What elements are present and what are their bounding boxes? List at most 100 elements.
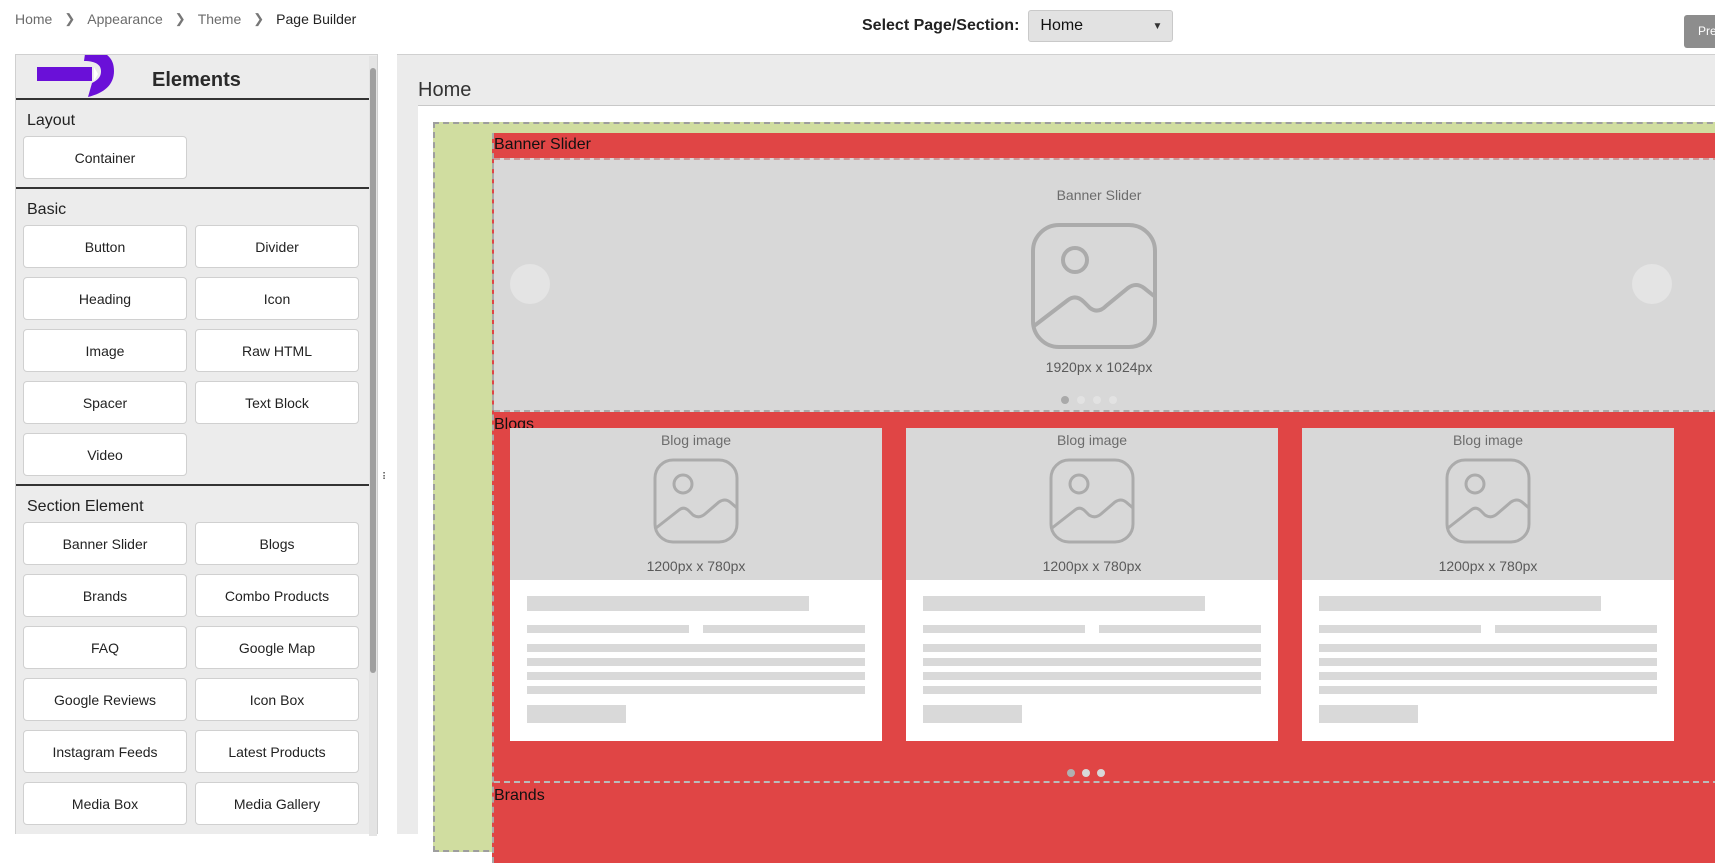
slider-dot[interactable] (1067, 769, 1075, 777)
element-button-button[interactable]: Button (23, 225, 187, 268)
group-title: Layout (27, 112, 76, 129)
group-title: Basic (27, 201, 67, 218)
blog-image-caption: Blog image (1452, 432, 1524, 448)
blog-card[interactable]: Blog image 1200px x 780px (510, 428, 882, 741)
image-placeholder-icon (1049, 458, 1135, 544)
text-skeleton (1319, 686, 1657, 694)
title-skeleton (527, 596, 809, 611)
slider-dot[interactable] (1093, 396, 1101, 404)
group-basic: Basic Button Divider Heading Icon Image … (16, 189, 377, 486)
section-divider (494, 781, 1715, 783)
element-container-button[interactable]: Container (23, 136, 187, 179)
button-skeleton (1319, 705, 1418, 723)
slider-dot[interactable] (1082, 769, 1090, 777)
text-skeleton (923, 644, 1261, 652)
element-media-gallery-button[interactable]: Media Gallery (195, 782, 359, 825)
image-placeholder-icon (653, 458, 739, 544)
meta-skeleton (1495, 625, 1657, 633)
blog-card[interactable]: Blog image 1200px x 780px (1302, 428, 1674, 741)
banner-caption: Banner Slider (1056, 187, 1142, 203)
text-skeleton (923, 686, 1261, 694)
slider-dot[interactable] (1061, 396, 1069, 404)
element-banner-slider-button[interactable]: Banner Slider (23, 522, 187, 565)
chevron-right-icon: ❯ (64, 11, 76, 26)
title-skeleton (923, 596, 1205, 611)
element-latest-products-button[interactable]: Latest Products (195, 730, 359, 773)
page-select-dropdown[interactable]: Home ▼ (1028, 10, 1174, 42)
builder-canvas: Home Banner Slider Banner Slider 1920px … (397, 54, 1715, 863)
panel-scrollbar-thumb[interactable] (370, 68, 376, 673)
panel-header: Elements (16, 55, 377, 100)
breadcrumb: Home ❯ Appearance ❯ Theme ❯ Page Builder (15, 11, 356, 27)
element-raw-html-button[interactable]: Raw HTML (195, 329, 359, 372)
breadcrumb-appearance[interactable]: Appearance (87, 11, 163, 27)
chevron-right-icon: ❯ (253, 11, 265, 26)
panel-title: Elements (152, 69, 241, 91)
chevron-right-icon: ❯ (174, 11, 186, 26)
text-skeleton (527, 658, 865, 666)
element-icon-box-button[interactable]: Icon Box (195, 678, 359, 721)
page-stage: Banner Slider Banner Slider 1920px x 102… (418, 106, 1715, 863)
resize-handle-icon[interactable]: ⠇ (381, 470, 390, 485)
title-skeleton (1319, 596, 1601, 611)
button-skeleton (527, 705, 626, 723)
slider-dot[interactable] (1109, 396, 1117, 404)
banner-slider-dots (1061, 396, 1117, 404)
blog-image-size: 1200px x 780px (646, 558, 746, 574)
meta-skeleton (1319, 625, 1481, 633)
meta-skeleton (923, 625, 1085, 633)
group-layout: Layout Container (16, 100, 377, 189)
element-icon-button[interactable]: Icon (195, 277, 359, 320)
breadcrumb-theme[interactable]: Theme (198, 11, 242, 27)
slider-next-button[interactable] (1632, 264, 1672, 304)
element-instagram-feeds-button[interactable]: Instagram Feeds (23, 730, 187, 773)
element-spacer-button[interactable]: Spacer (23, 381, 187, 424)
group-title: Section Element (27, 498, 144, 515)
element-faq-button[interactable]: FAQ (23, 626, 187, 669)
meta-skeleton (703, 625, 865, 633)
text-skeleton (1319, 658, 1657, 666)
slider-prev-button[interactable] (510, 264, 550, 304)
image-placeholder-icon (1445, 458, 1531, 544)
breadcrumb-page-builder: Page Builder (276, 11, 357, 27)
element-blogs-button[interactable]: Blogs (195, 522, 359, 565)
meta-skeleton (527, 625, 689, 633)
element-image-button[interactable]: Image (23, 329, 187, 372)
arrow-right-icon (37, 55, 114, 97)
blog-image-placeholder: Blog image 1200px x 780px (510, 428, 882, 580)
slider-dot[interactable] (1097, 769, 1105, 777)
section-zone: Banner Slider Banner Slider 1920px x 102… (492, 133, 1715, 863)
page-select-label: Select Page/Section: (862, 17, 1020, 34)
text-skeleton (527, 672, 865, 680)
blogs-slider-dots (1067, 769, 1105, 777)
breadcrumb-home[interactable]: Home (15, 11, 52, 27)
element-video-button[interactable]: Video (23, 433, 187, 476)
meta-skeleton (1099, 625, 1261, 633)
text-skeleton (1319, 644, 1657, 652)
element-google-reviews-button[interactable]: Google Reviews (23, 678, 187, 721)
text-skeleton (527, 686, 865, 694)
chevron-down-icon: ▼ (1152, 20, 1163, 32)
element-divider-button[interactable]: Divider (195, 225, 359, 268)
element-google-map-button[interactable]: Google Map (195, 626, 359, 669)
element-text-block-button[interactable]: Text Block (195, 381, 359, 424)
blog-image-placeholder: Blog image 1200px x 780px (906, 428, 1278, 580)
blog-image-placeholder: Blog image 1200px x 780px (1302, 428, 1674, 580)
banner-size-text: 1920px x 1024px (1045, 359, 1153, 375)
text-skeleton (923, 672, 1261, 680)
banner-slider-block[interactable]: Banner Slider 1920px x 1024px (494, 158, 1715, 412)
blog-card[interactable]: Blog image 1200px x 780px (906, 428, 1278, 741)
element-heading-button[interactable]: Heading (23, 277, 187, 320)
brands-section-label: Brands (494, 787, 545, 804)
image-placeholder-icon (1031, 223, 1157, 349)
preview-button[interactable]: Pre (1684, 15, 1715, 48)
group-section-element: Section Element Banner Slider Blogs Bran… (16, 486, 377, 833)
element-combo-products-button[interactable]: Combo Products (195, 574, 359, 617)
slider-dot[interactable] (1077, 396, 1085, 404)
text-skeleton (1319, 672, 1657, 680)
page-section-selector: Select Page/Section: Home ▼ (862, 10, 1174, 42)
container-block[interactable]: Banner Slider Banner Slider 1920px x 102… (433, 122, 1715, 863)
page-select-value: Home (1040, 17, 1084, 34)
element-media-box-button[interactable]: Media Box (23, 782, 187, 825)
element-brands-button[interactable]: Brands (23, 574, 187, 617)
